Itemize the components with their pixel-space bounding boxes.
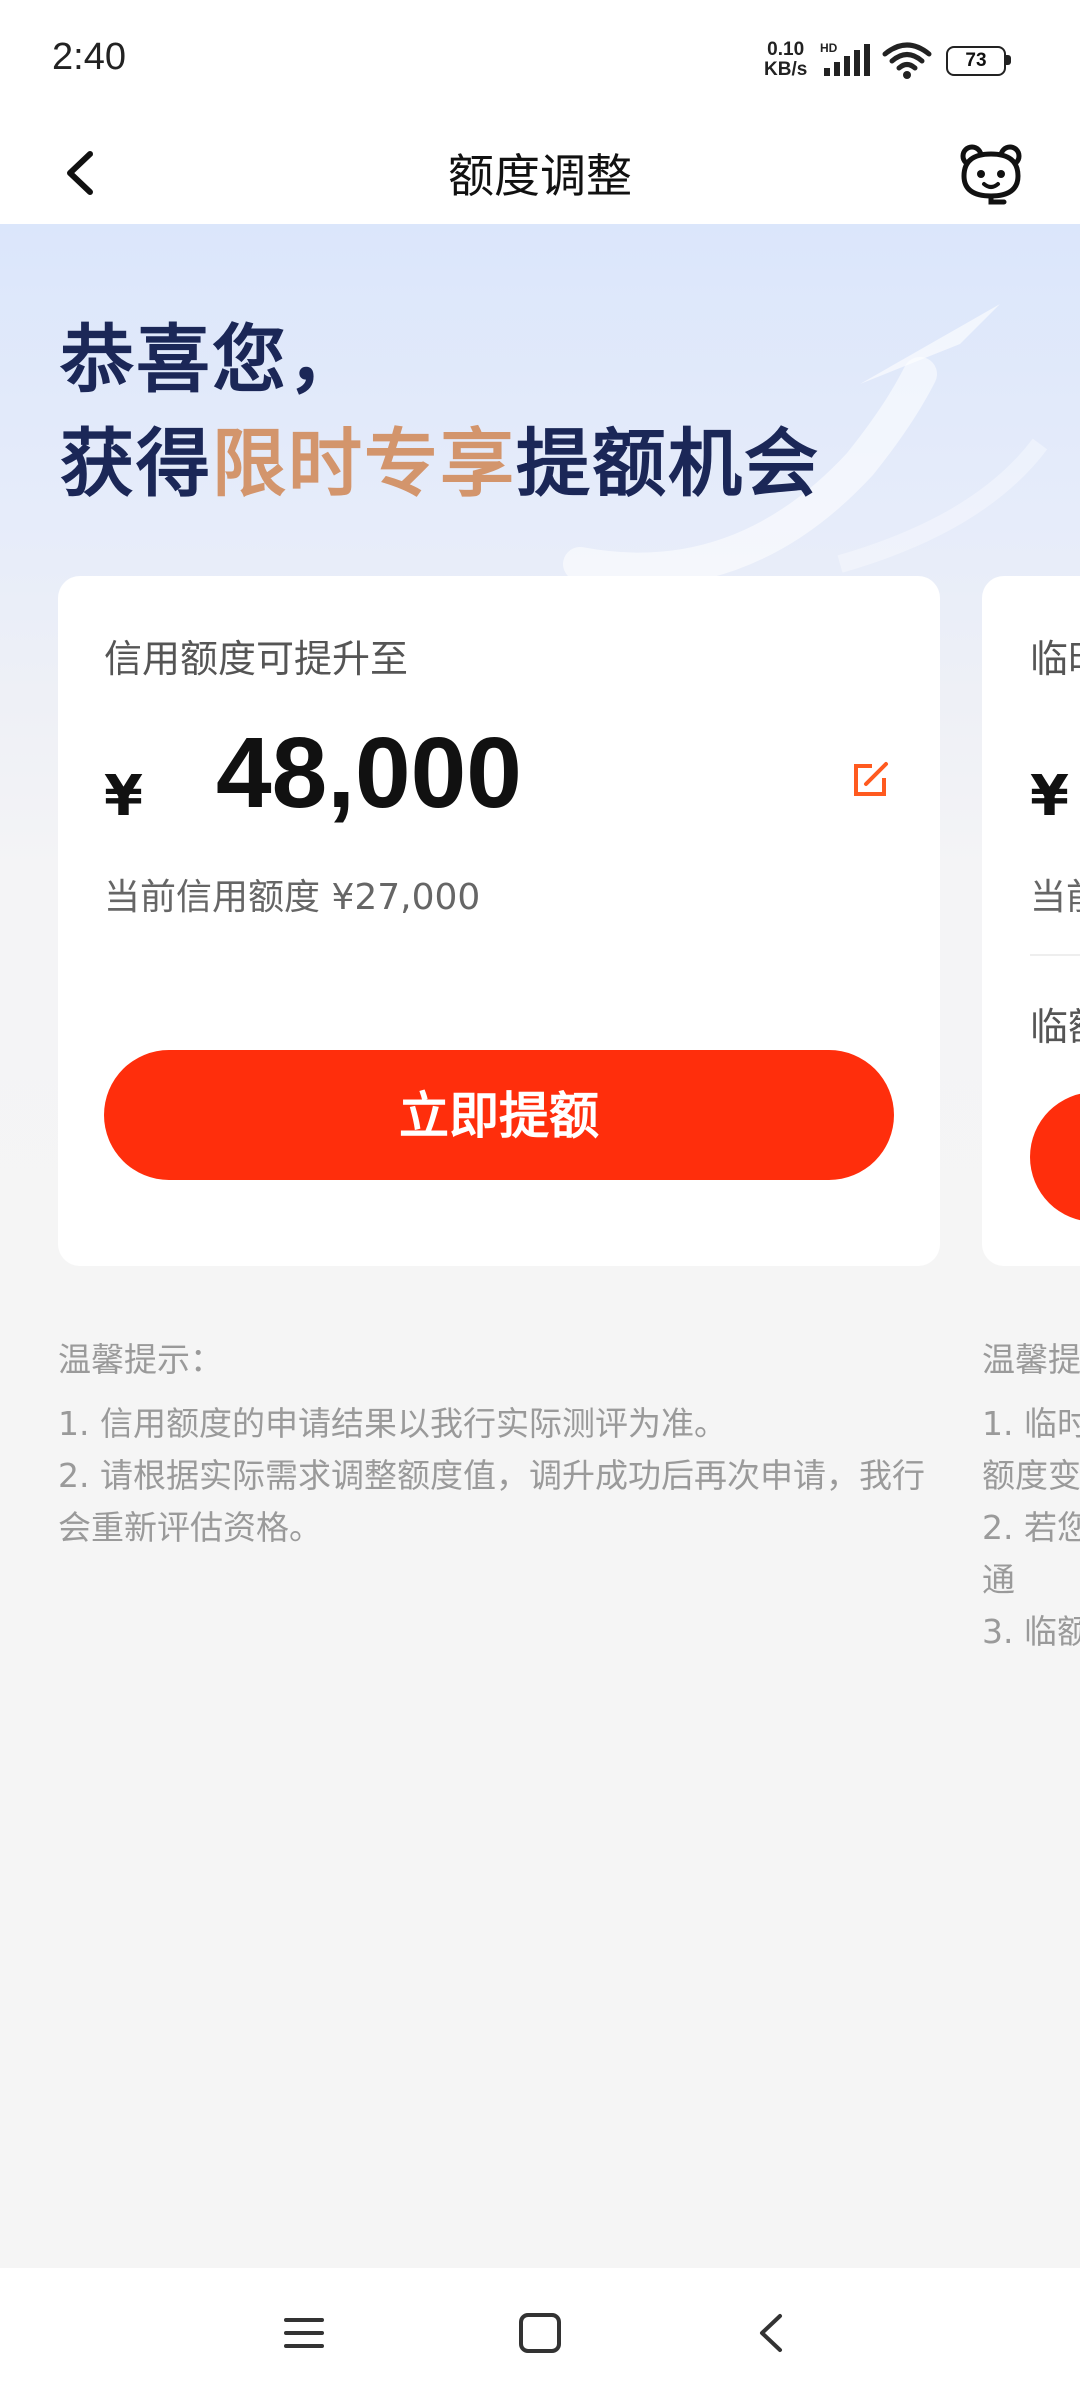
home-icon[interactable] bbox=[516, 2308, 564, 2358]
status-bar: 2:40 0.10 KB/s HD 73 bbox=[0, 0, 1080, 120]
tip-item: 2. 请根据实际需求调整额度值，调升成功后再次申请，我行会重新评估资格。 bbox=[58, 1456, 925, 1547]
credit-limit-card: 信用额度可提升至 ¥ 48,000 当前信用额度 ¥27,000 立即提额 bbox=[58, 576, 940, 1266]
card-label: 信用额度可提升至 bbox=[104, 637, 409, 681]
divider bbox=[1030, 954, 1080, 956]
currency-symbol: ¥ bbox=[104, 764, 143, 829]
tip-item: 1. 信用额度的申请结果以我行实际测评为准。 bbox=[58, 1404, 727, 1443]
edit-icon[interactable] bbox=[850, 760, 890, 800]
peek-current-limit: 当前 bbox=[1030, 877, 1080, 918]
wifi-icon bbox=[882, 42, 932, 79]
peek-tips-section: 温馨提 1. 临时 额度变 2. 若您 通 3. 临额 bbox=[982, 1334, 1080, 1658]
network-speed-unit: KB/s bbox=[764, 59, 808, 80]
target-amount: 48,000 bbox=[216, 717, 522, 829]
hero-title-suffix: 提额机会 bbox=[516, 421, 820, 507]
battery-level: 73 bbox=[946, 46, 1006, 76]
battery-icon: 73 bbox=[946, 46, 1012, 76]
chevron-left-icon[interactable] bbox=[56, 138, 116, 208]
current-limit: 当前信用额度 ¥27,000 bbox=[104, 877, 481, 918]
network-speed: 0.10 KB/s bbox=[764, 40, 807, 80]
nav-bar: 额度调整 bbox=[0, 120, 1080, 224]
peek-tip-line: 通 bbox=[982, 1560, 1015, 1599]
peek-tip-line: 2. 若您 bbox=[982, 1508, 1080, 1547]
hero-title-line2: 获得限时专享提额机会 bbox=[60, 404, 820, 511]
tips-section: 温馨提示： 1. 信用额度的申请结果以我行实际测评为准。 2. 请根据实际需求调… bbox=[58, 1334, 938, 1554]
customer-service-icon[interactable] bbox=[956, 138, 1026, 208]
peek-currency-symbol: ¥ bbox=[1030, 764, 1069, 829]
signal-icon: HD bbox=[820, 41, 870, 76]
peek-apply-button[interactable] bbox=[1030, 1092, 1080, 1222]
peek-tips-title: 温馨提 bbox=[982, 1340, 1080, 1379]
back-icon[interactable] bbox=[754, 2308, 790, 2358]
peek-extra-label: 临额 bbox=[1030, 1005, 1080, 1049]
hero-title-line1: 恭喜您， bbox=[60, 317, 364, 403]
peek-card-label: 临时 bbox=[1030, 637, 1080, 681]
system-navigation-bar bbox=[0, 2268, 1080, 2400]
network-tag: HD bbox=[820, 41, 838, 55]
peek-tip-line: 3. 临额 bbox=[982, 1612, 1080, 1651]
status-time: 2:40 bbox=[52, 36, 126, 78]
peek-tip-line: 1. 临时 bbox=[982, 1404, 1080, 1443]
menu-icon[interactable] bbox=[282, 2308, 326, 2358]
tips-title: 温馨提示： bbox=[58, 1340, 223, 1379]
temporary-limit-card[interactable]: 临时 ¥ 当前 临额 bbox=[982, 576, 1080, 1266]
page-title: 额度调整 bbox=[448, 149, 632, 203]
hero-title-prefix: 获得 bbox=[60, 421, 212, 507]
network-speed-value: 0.10 bbox=[767, 39, 805, 60]
hero-title-highlight: 限时专享 bbox=[212, 421, 516, 507]
apply-increase-button[interactable]: 立即提额 bbox=[104, 1050, 894, 1180]
peek-tip-line: 额度变 bbox=[982, 1456, 1080, 1495]
